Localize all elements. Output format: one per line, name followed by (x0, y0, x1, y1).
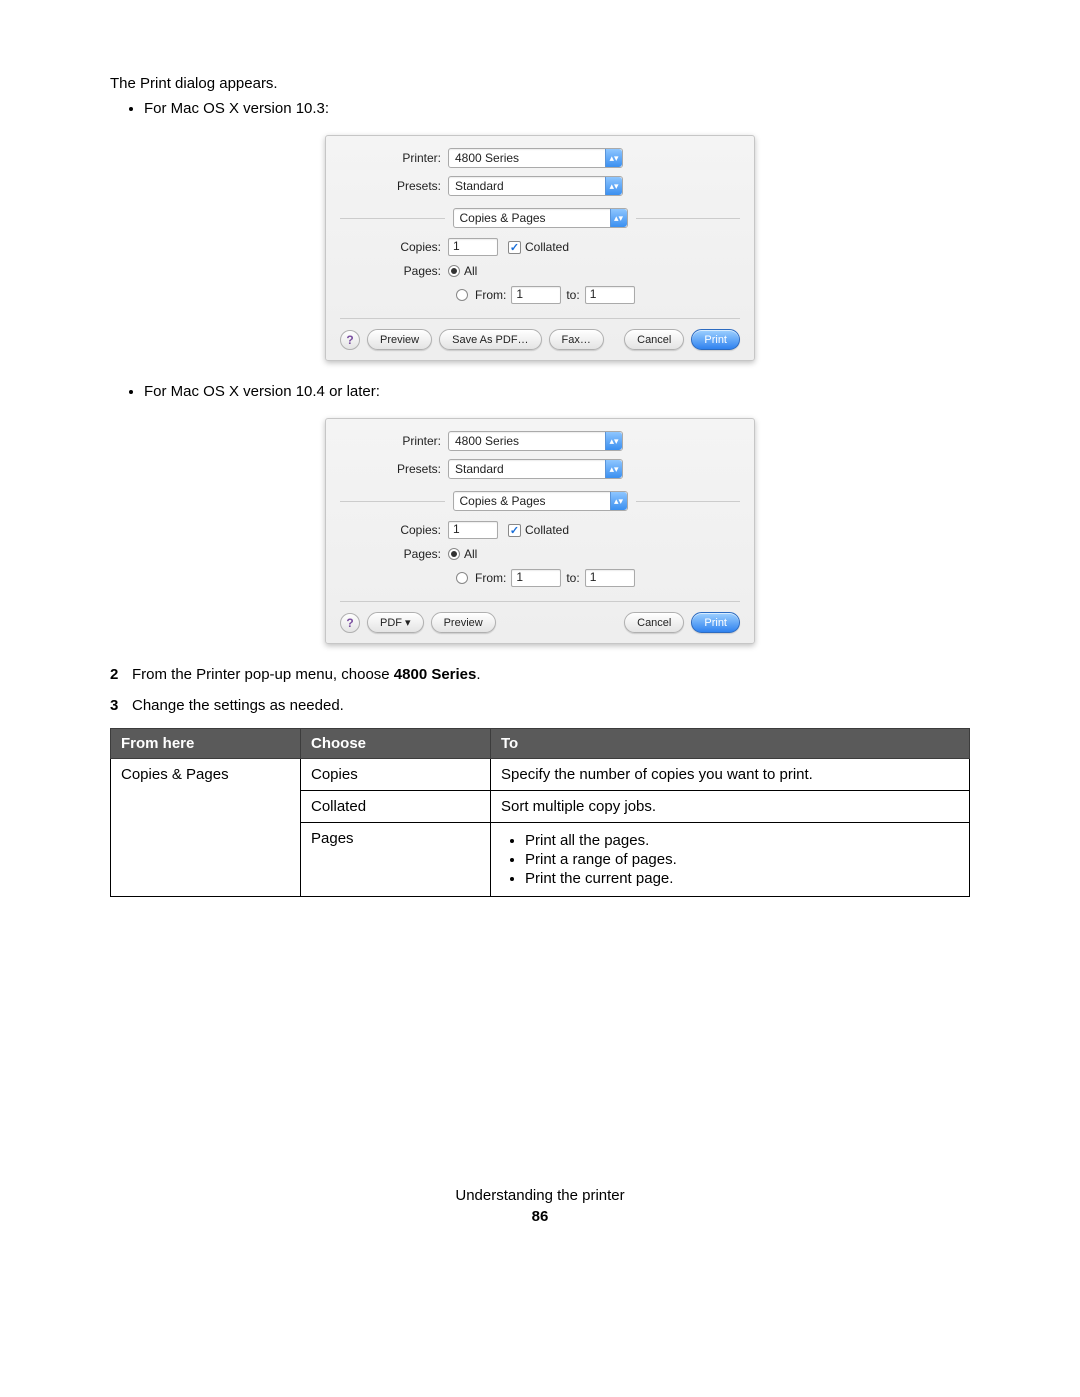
intro-text: The Print dialog appears. (110, 75, 970, 92)
from-input[interactable]: 1 (511, 286, 561, 304)
to-label: to: (566, 571, 579, 585)
chevron-updown-icon: ▴▾ (610, 209, 627, 227)
chevron-updown-icon: ▴▾ (605, 177, 622, 195)
th-to: To (491, 729, 970, 759)
printer-label: Printer: (340, 151, 448, 165)
step-number: 2 (110, 666, 132, 683)
pages-bullet: Print a range of pages. (525, 851, 959, 868)
step-number: 3 (110, 697, 132, 714)
pdf-menu-button[interactable]: PDF ▾ (367, 612, 424, 633)
printer-select-value: 4800 Series (455, 434, 519, 448)
collated-label: Collated (525, 523, 569, 537)
cell-to: Print all the pages. Print a range of pa… (491, 823, 970, 897)
pages-all-label: All (464, 264, 477, 278)
chevron-updown-icon: ▴▾ (605, 432, 622, 450)
th-from-here: From here (111, 729, 301, 759)
to-label: to: (566, 288, 579, 302)
pages-all-radio[interactable] (448, 548, 460, 560)
printer-label: Printer: (340, 434, 448, 448)
presets-select-value: Standard (455, 179, 504, 193)
bullet-104: For Mac OS X version 10.4 or later: (144, 383, 970, 400)
section-select-value: Copies & Pages (460, 494, 546, 508)
copies-input[interactable]: 1 (448, 521, 498, 539)
collated-checkbox[interactable]: ✓ (508, 241, 521, 254)
collated-checkbox[interactable]: ✓ (508, 524, 521, 537)
settings-table: From here Choose To Copies & Pages Copie… (110, 728, 970, 897)
presets-select[interactable]: Standard ▴▾ (448, 459, 623, 479)
printer-select-value: 4800 Series (455, 151, 519, 165)
save-as-pdf-button[interactable]: Save As PDF… (439, 329, 541, 350)
to-input[interactable]: 1 (585, 286, 635, 304)
cell-choose: Pages (301, 823, 491, 897)
fax-button[interactable]: Fax… (549, 329, 604, 350)
pages-all-label: All (464, 547, 477, 561)
chevron-updown-icon: ▴▾ (605, 149, 622, 167)
printer-select[interactable]: 4800 Series ▴▾ (448, 148, 623, 168)
copies-label: Copies: (370, 523, 448, 537)
pages-from-radio[interactable] (456, 289, 468, 301)
pages-label: Pages: (370, 547, 448, 561)
page-number: 86 (110, 1208, 970, 1225)
cancel-button[interactable]: Cancel (624, 612, 684, 633)
cell-choose: Copies (301, 759, 491, 791)
from-input[interactable]: 1 (511, 569, 561, 587)
step-3-text: Change the settings as needed. (132, 697, 344, 714)
footer-section: Understanding the printer (110, 1187, 970, 1204)
cell-to: Sort multiple copy jobs. (491, 791, 970, 823)
copies-label: Copies: (370, 240, 448, 254)
copies-input[interactable]: 1 (448, 238, 498, 256)
chevron-updown-icon: ▴▾ (610, 492, 627, 510)
presets-label: Presets: (340, 462, 448, 476)
print-button[interactable]: Print (691, 612, 740, 633)
presets-select-value: Standard (455, 462, 504, 476)
step-2-text: From the Printer pop-up menu, choose 480… (132, 666, 481, 683)
cell-from-here: Copies & Pages (111, 759, 301, 897)
cancel-button[interactable]: Cancel (624, 329, 684, 350)
pages-label: Pages: (370, 264, 448, 278)
print-dialog-103: Printer: 4800 Series ▴▾ Presets: Standar… (325, 135, 755, 361)
to-input[interactable]: 1 (585, 569, 635, 587)
printer-select[interactable]: 4800 Series ▴▾ (448, 431, 623, 451)
collated-label: Collated (525, 240, 569, 254)
pages-bullet: Print the current page. (525, 870, 959, 887)
presets-select[interactable]: Standard ▴▾ (448, 176, 623, 196)
from-label: From: (475, 571, 506, 585)
pages-from-radio[interactable] (456, 572, 468, 584)
cell-to: Specify the number of copies you want to… (491, 759, 970, 791)
from-label: From: (475, 288, 506, 302)
section-select-value: Copies & Pages (460, 211, 546, 225)
pages-bullet: Print all the pages. (525, 832, 959, 849)
th-choose: Choose (301, 729, 491, 759)
preview-button[interactable]: Preview (431, 612, 496, 633)
chevron-updown-icon: ▴▾ (605, 460, 622, 478)
section-select[interactable]: Copies & Pages ▴▾ (453, 491, 628, 511)
cell-choose: Collated (301, 791, 491, 823)
help-button[interactable]: ? (340, 330, 360, 350)
bullet-103: For Mac OS X version 10.3: (144, 100, 970, 117)
help-button[interactable]: ? (340, 613, 360, 633)
print-button[interactable]: Print (691, 329, 740, 350)
preview-button[interactable]: Preview (367, 329, 432, 350)
print-dialog-104: Printer: 4800 Series ▴▾ Presets: Standar… (325, 418, 755, 644)
presets-label: Presets: (340, 179, 448, 193)
section-select[interactable]: Copies & Pages ▴▾ (453, 208, 628, 228)
pages-all-radio[interactable] (448, 265, 460, 277)
